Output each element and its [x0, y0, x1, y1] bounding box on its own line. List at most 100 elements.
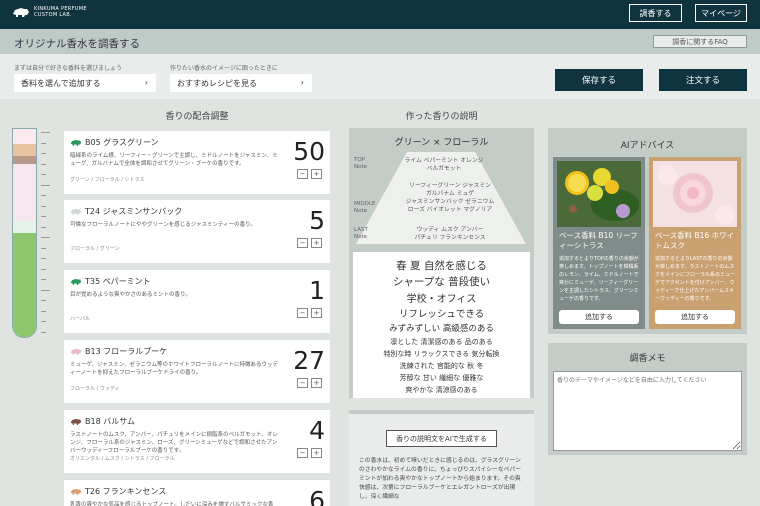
save-button[interactable]: 保存する [555, 69, 643, 91]
top-note-label: TOP Note [354, 157, 368, 170]
add-hint: まずは自分で好きな香料を選びましょう [14, 65, 123, 72]
increase-button[interactable]: + [311, 238, 322, 248]
middle-note-label: MIDDLE Note [354, 201, 376, 214]
ingredient-quantity: 27 [293, 346, 325, 375]
ingredient-quantity: 50 [293, 137, 325, 166]
decrease-button[interactable]: − [297, 448, 308, 458]
impression-words: 春 夏 自然を感じる シャープな 普段使い 学校・オフィス リフレッシュできる … [353, 252, 530, 398]
compose-nav-button[interactable]: 調香する [629, 4, 682, 22]
quantity-stepper: − + [297, 308, 323, 319]
ingredient-description: 乳香の爽やかな気品を感じるトップノート。しだいに深みを増すバルサミックな香り。 [70, 502, 274, 506]
increase-button[interactable]: + [311, 169, 322, 179]
scale-tick [41, 310, 46, 312]
memo-textarea[interactable] [553, 371, 742, 451]
ingredient-quantity: 6 [309, 486, 325, 506]
impression-line: みずみずしい 高級感のある [389, 324, 494, 334]
scale-tick [41, 331, 46, 333]
scale-tick [41, 174, 46, 175]
generated-description: この香水は、初めて嗅いだときに感じるのは、グラスグリーンのさわやかなライムの香り… [359, 458, 522, 500]
decrease-button[interactable]: − [297, 308, 308, 318]
scale-tick [41, 153, 46, 154]
impression-line: 爽やかな 清涼感のある [405, 386, 478, 394]
tube-segment [13, 156, 36, 164]
last-note-line: パチュリ フランキンセンス [414, 235, 486, 241]
increase-button[interactable]: + [311, 378, 322, 388]
citrus-photo [557, 161, 641, 227]
top-navigation: KINKUMA PERFUME CUSTOM LAB. 調香する マイページ [0, 0, 760, 29]
scale-tick [41, 163, 46, 165]
ingredient-card: T35 ペパーミント 目が覚めるような爽やかさのあるミントの香り。 ハーバル 1− + [64, 270, 330, 333]
decrease-button[interactable]: − [297, 238, 308, 248]
tube-segment [13, 164, 36, 221]
ingredient-quantity: 1 [309, 276, 325, 305]
ai-suggestion-card: ベース香料 B16 ホワイトムスク 追加するとよりLASTの香りの余韻が楽しめま… [649, 157, 741, 329]
scale-tick [41, 258, 46, 259]
add-suggestion-button[interactable]: 追加する [559, 310, 639, 324]
recipe-hint: 作りたい香水のイメージに困ったときに [170, 65, 278, 72]
ingredient-card: T26 フランキンセンス 乳香の爽やかな気品を感じるトップノート。しだいに深みを増… [64, 480, 330, 506]
citrus-image-icon [557, 161, 641, 227]
middle-note-line: リーフィーグリーン ジャスミン [409, 183, 491, 189]
ai-suggestion-name: ベース香料 B16 ホワイトムスク [655, 231, 735, 250]
rhino-logo-icon [13, 8, 29, 17]
ingredient-name: T35 ペパーミント [85, 277, 151, 286]
scale-tick [41, 279, 46, 280]
ingredient-card: T24 ジャスミンサンバック 可憐なフローラルノートにややグリーンを感じるジャスミ… [64, 200, 330, 263]
scale-tick [41, 237, 50, 238]
ai-advice-title: AIアドバイス [620, 141, 675, 151]
ingredient-card: B18 バルサムラストノートのムスク、アンバー、パチュリをメインに樹脂系のベルガ… [64, 410, 330, 473]
scale-tick [41, 216, 46, 217]
add-suggestion-button[interactable]: 追加する [655, 310, 735, 324]
logo[interactable]: KINKUMA PERFUME CUSTOM LAB. [12, 6, 87, 18]
rhino-icon [70, 348, 82, 355]
ingredient-description: ラストノートのムスク、アンバー、パチュリをメインに樹脂系のベルガモット、オレンジ… [70, 432, 278, 454]
decrease-button[interactable]: − [297, 169, 308, 179]
middle-notes: リーフィーグリーン ジャスミン ガルバナム ミュゲ ジャスミンサンバック ゼラニ… [378, 182, 522, 214]
rhino-icon [70, 208, 82, 215]
mypage-button[interactable]: マイページ [695, 4, 747, 22]
ingredient-card: B05 グラスグリーン暗緑系のライム様、リーフィー・グリーンで主調し、ミドルノー… [64, 131, 330, 194]
memo-title: 調香メモ [629, 354, 666, 364]
impression-line: シャープな 普段使い [392, 276, 491, 288]
scale-tick [41, 289, 50, 291]
scale-tick [41, 300, 46, 301]
scale-tick [41, 247, 46, 249]
recipe-label: おすすめレシピを見る [177, 78, 257, 88]
faq-button[interactable]: 調香に関するFAQ [653, 35, 747, 48]
top-note-line: ベルガモット [426, 166, 462, 172]
flower-image-icon [653, 161, 737, 227]
perfume-tube [12, 128, 37, 338]
ingredient-tags: ハーバル [70, 316, 90, 322]
impression-line: 芳醇な 甘い 繊細な 優雅な [399, 374, 484, 382]
ai-suggestion-desc: 追加するとよりTOPの香りの余韻が楽しめます。トップノートを柑橘系のレモン、ライ… [559, 256, 639, 302]
last-note-label: LAST Note [354, 227, 368, 240]
ingredient-name: B05 グラスグリーン [85, 138, 159, 147]
generate-description-button[interactable]: 香りの説明文をAIで生成する [386, 430, 497, 447]
ingredient-description: 暗緑系のライム様、リーフィー・グリーンで主調し、ミドルノートをジャスミン、ミュー… [70, 153, 278, 167]
middle-note-line: ローズ バイオレット マグノリア [407, 207, 493, 213]
add-ingredient-label: 香料を選んで追加する [21, 78, 101, 88]
rhino-icon [70, 418, 82, 425]
middle-note-line: ガルバナム ミュゲ [425, 191, 475, 197]
top-note-line: ライム ペパーミント オレンジ [404, 158, 484, 164]
chevron-right-icon: › [300, 78, 304, 87]
ingredient-quantity: 4 [309, 416, 325, 445]
ingredient-tags: グリーン / フローラル / シトラス [70, 177, 145, 183]
impression-line: 凛とした 清潔感のある 品のある [390, 338, 493, 346]
ingredient-name: B18 バルサム [85, 417, 136, 426]
middle-note-line: ジャスミンサンバック ゼラニウム [405, 199, 495, 205]
scale-tick [41, 132, 50, 133]
quantity-stepper: − + [297, 238, 323, 249]
add-ingredient-select[interactable]: 香料を選んで追加する › [14, 74, 156, 92]
profile-title: グリーン × フローラル [394, 138, 489, 148]
decrease-button[interactable]: − [297, 378, 308, 388]
increase-button[interactable]: + [311, 448, 322, 458]
ingredient-description: 目が覚めるような爽やかさのあるミントの香り。 [70, 292, 191, 298]
impression-line: 特別な時 リラックスできる 気分転換 [383, 350, 500, 358]
recipe-select[interactable]: おすすめレシピを見る › [170, 74, 312, 92]
increase-button[interactable]: + [311, 308, 322, 318]
quantity-stepper: − + [297, 378, 323, 389]
tube-segment [13, 233, 36, 337]
order-button[interactable]: 注文する [659, 69, 747, 91]
tube-segment [13, 129, 36, 144]
